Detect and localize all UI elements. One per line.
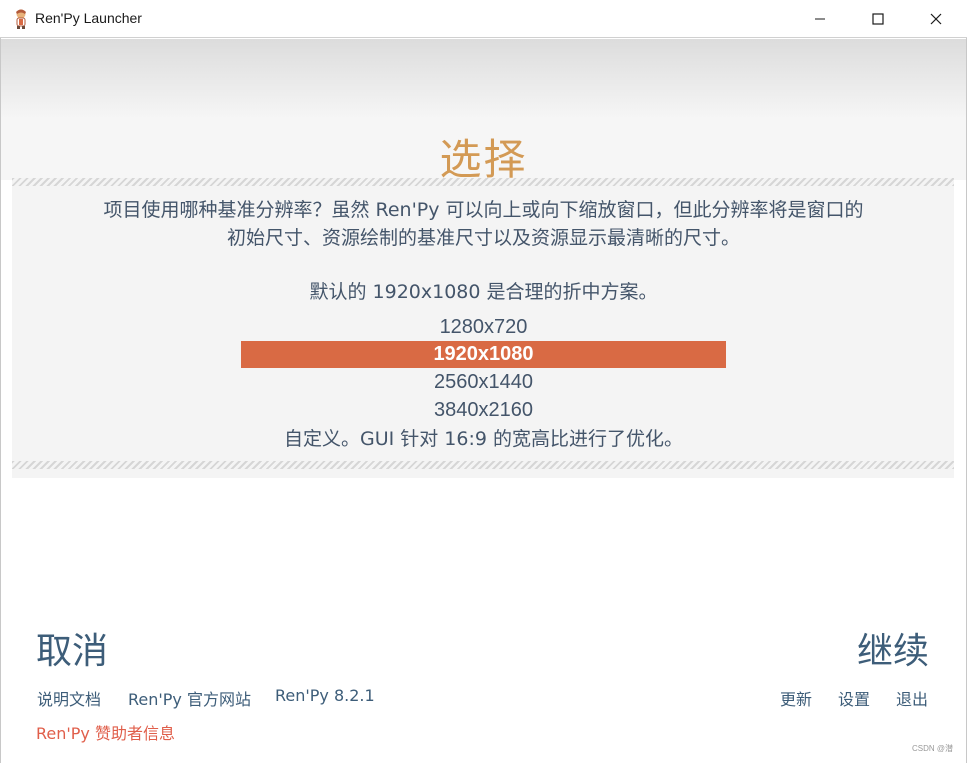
resolution-option-2560x1440[interactable]: 2560x1440 — [0, 369, 967, 396]
quit-link[interactable]: 退出 — [896, 686, 928, 710]
close-icon — [930, 13, 942, 25]
panel-top-stripe — [12, 178, 954, 186]
resolution-option-1920x1080[interactable]: 1920x1080 — [241, 341, 726, 368]
cancel-button[interactable]: 取消 — [36, 622, 108, 674]
minimize-button[interactable] — [791, 0, 849, 38]
default-note: 默认的 1920x1080 是合理的折中方案。 — [309, 281, 658, 303]
resolution-option-3840x2160[interactable]: 3840x2160 — [0, 397, 967, 424]
header-gradient — [1, 39, 966, 119]
renpy-website-link[interactable]: Ren'Py 官方网站 — [128, 686, 251, 710]
window-title: Ren'Py Launcher — [35, 10, 142, 26]
sponsor-link[interactable]: Ren'Py 赞助者信息 — [36, 720, 175, 744]
panel-bottom-stripe — [12, 461, 954, 469]
maximize-button[interactable] — [849, 0, 907, 38]
renpy-version-link[interactable]: Ren'Py 8.2.1 — [275, 686, 375, 705]
update-link[interactable]: 更新 — [780, 686, 812, 710]
renpy-app-icon — [16, 9, 26, 29]
resolution-option-1280x720[interactable]: 1280x720 — [0, 314, 967, 341]
window-titlebar: Ren'Py Launcher — [0, 0, 967, 38]
settings-link[interactable]: 设置 — [838, 686, 870, 710]
watermark: CSDN @潜 — [911, 744, 953, 753]
close-button[interactable] — [907, 0, 965, 38]
continue-button[interactable]: 继续 — [857, 622, 929, 674]
documentation-link[interactable]: 说明文档 — [37, 686, 101, 710]
maximize-icon — [872, 13, 884, 25]
description-text: 项目使用哪种基准分辨率？虽然 Ren'Py 可以向上或向下缩放窗口，但此分辨率将… — [103, 199, 864, 249]
resolution-option-custom[interactable]: 自定义。GUI 针对 16:9 的宽高比进行了优化。 — [0, 425, 967, 453]
minimize-icon — [815, 18, 825, 20]
